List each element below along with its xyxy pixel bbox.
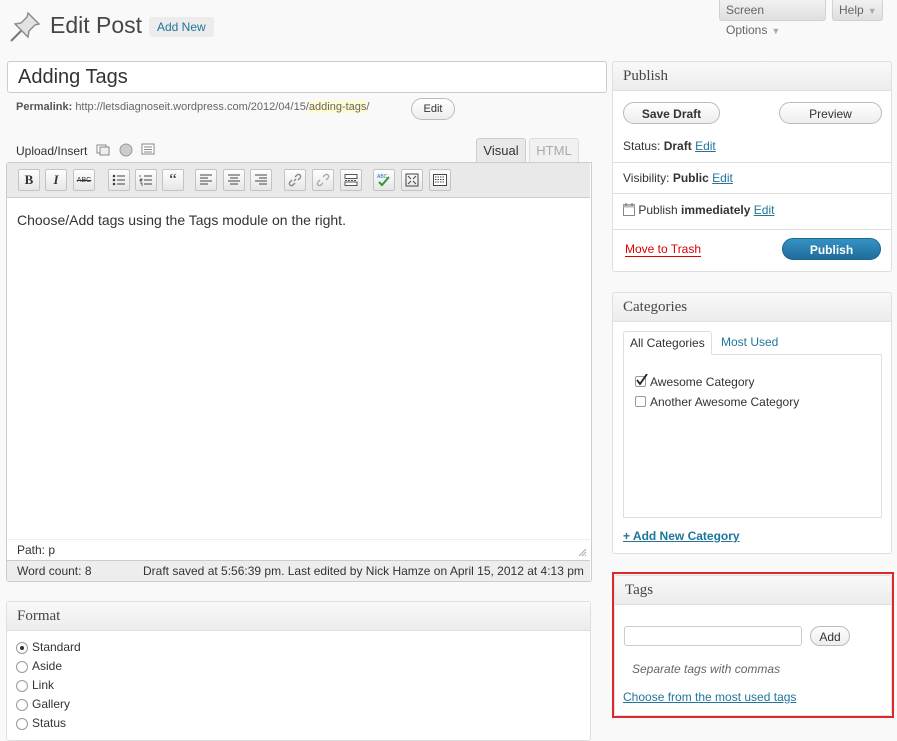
category-checkbox-awesome[interactable]: [635, 374, 648, 387]
move-to-trash-label: Move to Trash: [625, 242, 702, 257]
bold-icon[interactable]: B: [18, 169, 40, 191]
format-label-link: Link: [32, 678, 55, 692]
publish-label: Publish: [638, 203, 678, 217]
status-label: Status:: [623, 139, 661, 153]
caret-down-icon: ▼: [867, 6, 877, 16]
screen-options-label: Screen Options: [726, 3, 768, 37]
add-new-button[interactable]: Add New: [149, 17, 214, 37]
save-draft-button[interactable]: Save Draft: [623, 102, 720, 124]
format-heading: Format: [7, 602, 590, 631]
format-box: Format: [6, 601, 591, 741]
format-radio-link[interactable]: [16, 680, 28, 692]
unlink-icon[interactable]: [312, 169, 334, 191]
publish-box: Publish Save Draft Preview Status: Draft…: [612, 61, 892, 272]
help-label: Help: [839, 3, 864, 17]
help-tab[interactable]: Help ▼: [832, 0, 883, 21]
format-radio-standard[interactable]: [16, 642, 28, 654]
word-count-bar: Word count: 8 Draft saved at 5:56:39 pm.…: [7, 560, 590, 581]
add-form-icon[interactable]: [141, 143, 155, 156]
blockquote-icon[interactable]: “: [162, 169, 184, 191]
add-new-category-link[interactable]: + Add New Category: [623, 529, 740, 543]
status-value: Draft: [663, 139, 692, 153]
permalink-trail: /: [366, 101, 370, 113]
format-radio-gallery[interactable]: [16, 699, 28, 711]
path-value[interactable]: p: [48, 543, 55, 557]
categories-box: Categories All Categories Most Used Awes…: [612, 292, 892, 554]
category-label-awesome: Awesome Category: [650, 375, 755, 389]
screen-options-tab[interactable]: Screen Options ▼: [719, 0, 826, 37]
permalink: Permalink: http://letsdiagnoseit.wordpre…: [16, 101, 369, 113]
category-label-another: Another Awesome Category: [650, 395, 800, 409]
visibility-row: Visibility: Public Edit: [623, 171, 733, 185]
permalink-label: Permalink:: [16, 101, 73, 113]
fullscreen-icon[interactable]: [401, 169, 423, 191]
editor-toolbar: B I ABC “ ABC: [7, 163, 590, 198]
pushpin-icon: [8, 10, 42, 44]
calendar-icon: [623, 203, 635, 219]
kitchen-sink-icon[interactable]: [429, 169, 451, 191]
format-radio-aside[interactable]: [16, 661, 28, 673]
editor-content[interactable]: Choose/Add tags using the Tags module on…: [17, 212, 346, 228]
move-to-trash-link[interactable]: Move to Trash: [625, 242, 702, 257]
align-center-icon[interactable]: [223, 169, 245, 191]
bullet-list-icon[interactable]: [108, 169, 130, 191]
format-label-status: Status: [32, 716, 67, 730]
tab-most-used[interactable]: Most Used: [721, 335, 778, 349]
word-count-label: Word count:: [17, 564, 82, 578]
schedule-row: Publish immediately Edit: [623, 203, 774, 219]
status-row: Status: Draft Edit: [623, 139, 716, 153]
format-radio-status[interactable]: [16, 718, 28, 730]
upload-insert-label: Upload/Insert: [16, 144, 88, 158]
add-image-icon[interactable]: [96, 143, 110, 156]
edit-permalink-button[interactable]: Edit: [411, 98, 455, 120]
align-left-icon[interactable]: [195, 169, 217, 191]
category-checkbox-another[interactable]: [635, 396, 646, 407]
caret-down-icon: ▼: [771, 26, 781, 36]
publish-time-edit-link[interactable]: Edit: [754, 203, 775, 217]
preview-button[interactable]: Preview: [779, 102, 882, 124]
visibility-value: Public: [672, 171, 709, 185]
tab-html[interactable]: HTML: [529, 138, 579, 163]
italic-icon[interactable]: I: [45, 169, 67, 191]
path-bar: Path: p: [7, 539, 590, 560]
draft-saved-status: Draft saved at 5:56:39 pm. Last edited b…: [143, 564, 584, 578]
format-label-standard: Standard: [32, 640, 81, 654]
publish-time-value: immediately: [681, 203, 751, 217]
numbered-list-icon[interactable]: [135, 169, 157, 191]
insert-more-icon[interactable]: [340, 169, 362, 191]
strikethrough-icon[interactable]: ABC: [73, 169, 95, 191]
tab-visual[interactable]: Visual: [476, 138, 526, 163]
align-right-icon[interactable]: [250, 169, 272, 191]
permalink-slug[interactable]: adding-tags: [308, 101, 367, 113]
page-title: Edit Post: [50, 12, 143, 38]
permalink-base: http://letsdiagnoseit.wordpress.com/2012…: [75, 101, 309, 113]
tab-all-categories[interactable]: All Categories: [623, 331, 712, 355]
path-label: Path:: [17, 543, 46, 557]
visibility-label: Visibility:: [623, 171, 670, 185]
word-count-value: 8: [84, 564, 92, 578]
post-title-input[interactable]: Adding Tags: [7, 61, 607, 93]
link-icon[interactable]: [284, 169, 306, 191]
status-edit-link[interactable]: Edit: [695, 139, 716, 153]
format-label-gallery: Gallery: [32, 697, 71, 711]
format-label-aside: Aside: [32, 659, 63, 673]
publish-button[interactable]: Publish: [782, 238, 881, 260]
publish-heading: Publish: [613, 62, 891, 91]
add-media-icon[interactable]: [119, 143, 133, 157]
categories-heading: Categories: [613, 293, 891, 322]
spellcheck-icon[interactable]: ABC: [373, 169, 395, 191]
tags-highlight-frame: [612, 572, 894, 718]
resize-handle-icon[interactable]: [577, 546, 587, 557]
visibility-edit-link[interactable]: Edit: [712, 171, 733, 185]
